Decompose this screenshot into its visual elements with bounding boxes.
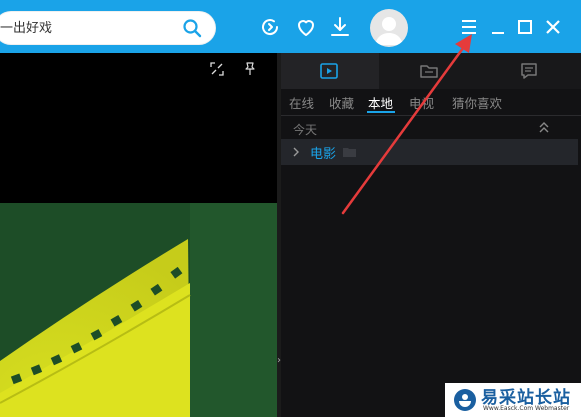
menu-icon[interactable] (457, 15, 481, 39)
watermark: 易采站长站 Www.Easck.Com Webmaster (445, 383, 581, 417)
folder-name: 电影 (310, 147, 337, 162)
text-tab-bar: 在线 收藏 本地 电视 猜你喜欢 (281, 89, 581, 115)
folder-icon (343, 148, 356, 157)
chevron-right-icon[interactable] (291, 146, 301, 158)
watermark-subtext: Www.Easck.Com Webmaster (483, 405, 570, 412)
film-strip-image (0, 203, 277, 417)
section-header[interactable]: 今天 (281, 115, 581, 140)
avatar[interactable] (370, 9, 408, 47)
playlist-icon (320, 63, 338, 79)
collapse-up-icon[interactable] (537, 121, 551, 135)
search-box[interactable] (0, 11, 216, 45)
expand-icon[interactable] (209, 61, 225, 77)
tab-playlist[interactable] (281, 53, 379, 89)
tab-local[interactable]: 本地 (368, 93, 393, 112)
title-bar (0, 0, 581, 53)
tab-tv[interactable]: 电视 (409, 93, 434, 112)
maximize-icon[interactable] (513, 15, 537, 39)
folder-tab-icon (420, 65, 438, 78)
heart-icon[interactable] (294, 15, 318, 39)
icon-tab-bar (281, 53, 581, 89)
tab-online[interactable]: 在线 (289, 93, 314, 112)
tab-folder[interactable] (381, 53, 479, 89)
pin-icon[interactable] (242, 61, 258, 77)
side-panel: 在线 收藏 本地 电视 猜你喜欢 今天 电影 (281, 53, 581, 417)
close-icon[interactable] (541, 15, 565, 39)
user-icon (375, 17, 403, 45)
video-poster (0, 203, 277, 417)
section-title: 今天 (293, 123, 318, 137)
search-icon[interactable] (182, 18, 202, 38)
tab-guess-you-like[interactable]: 猜你喜欢 (452, 93, 502, 112)
list-item[interactable]: 电影 (281, 139, 578, 165)
minimize-icon[interactable] (486, 15, 510, 39)
tab-messages[interactable] (481, 53, 579, 89)
refresh-icon[interactable] (258, 15, 282, 39)
active-tab-indicator (367, 111, 395, 113)
video-area[interactable] (0, 53, 277, 417)
message-icon (521, 63, 537, 79)
tab-favorites[interactable]: 收藏 (329, 93, 354, 112)
watermark-logo-icon (454, 389, 476, 411)
search-input[interactable] (0, 11, 180, 45)
download-icon[interactable] (328, 15, 352, 39)
